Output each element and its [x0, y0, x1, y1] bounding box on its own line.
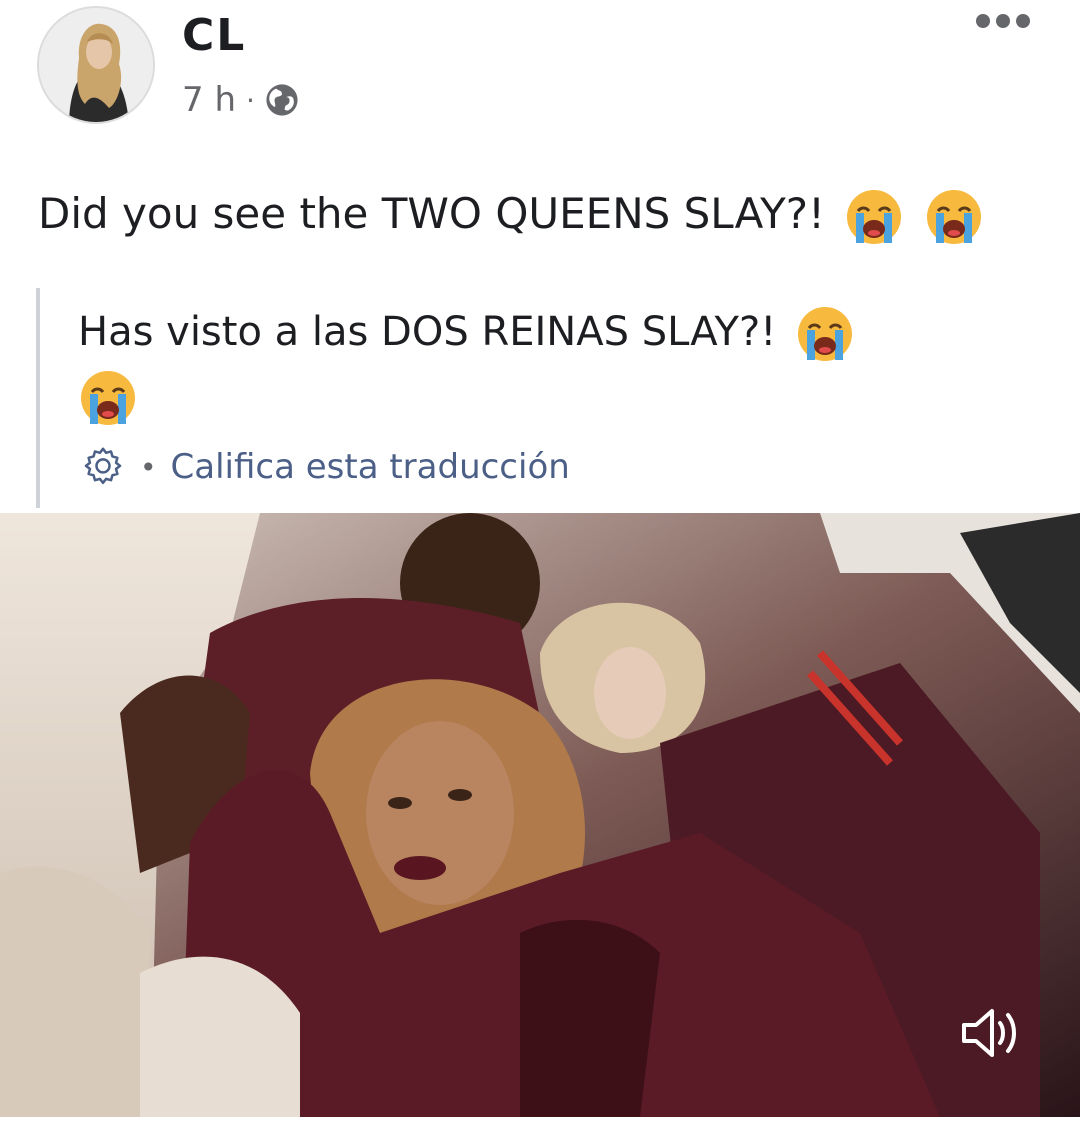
post-meta: 7 h · — [182, 80, 299, 120]
avatar[interactable] — [37, 6, 155, 124]
volume-button[interactable] — [958, 1003, 1022, 1063]
rate-translation-row: • Califica esta traducción — [80, 444, 570, 490]
post-text: Did you see the TWO QUEENS SLAY?! — [38, 189, 825, 238]
rate-translation-link[interactable]: Califica esta traducción — [171, 447, 570, 487]
loudly-crying-face-icon — [795, 304, 855, 364]
post-video[interactable] — [0, 513, 1080, 1117]
meta-separator: · — [246, 83, 255, 117]
author-name[interactable]: CL — [182, 10, 246, 61]
more-options-button[interactable] — [976, 14, 1030, 28]
gear-icon[interactable] — [80, 444, 126, 490]
facebook-post: CL 7 h · Did you see the TWO QUEENS SLAY… — [0, 0, 1080, 1139]
globe-icon[interactable] — [265, 83, 299, 117]
post-body: Did you see the TWO QUEENS SLAY?! — [38, 182, 984, 247]
loudly-crying-face-icon — [78, 368, 138, 428]
video-frame — [0, 513, 1080, 1117]
translation-text: Has visto a las DOS REINAS SLAY?! — [78, 309, 777, 355]
translation-block: Has visto a las DOS REINAS SLAY?! • Cali… — [36, 288, 1016, 508]
more-horizontal-icon — [976, 14, 990, 28]
loudly-crying-face-icon — [844, 187, 904, 247]
post-time[interactable]: 7 h — [182, 80, 236, 120]
loudly-crying-face-icon — [924, 187, 984, 247]
volume-icon — [962, 1009, 1016, 1057]
rate-separator: • — [140, 450, 157, 484]
translated-text: Has visto a las DOS REINAS SLAY?! — [78, 288, 978, 428]
